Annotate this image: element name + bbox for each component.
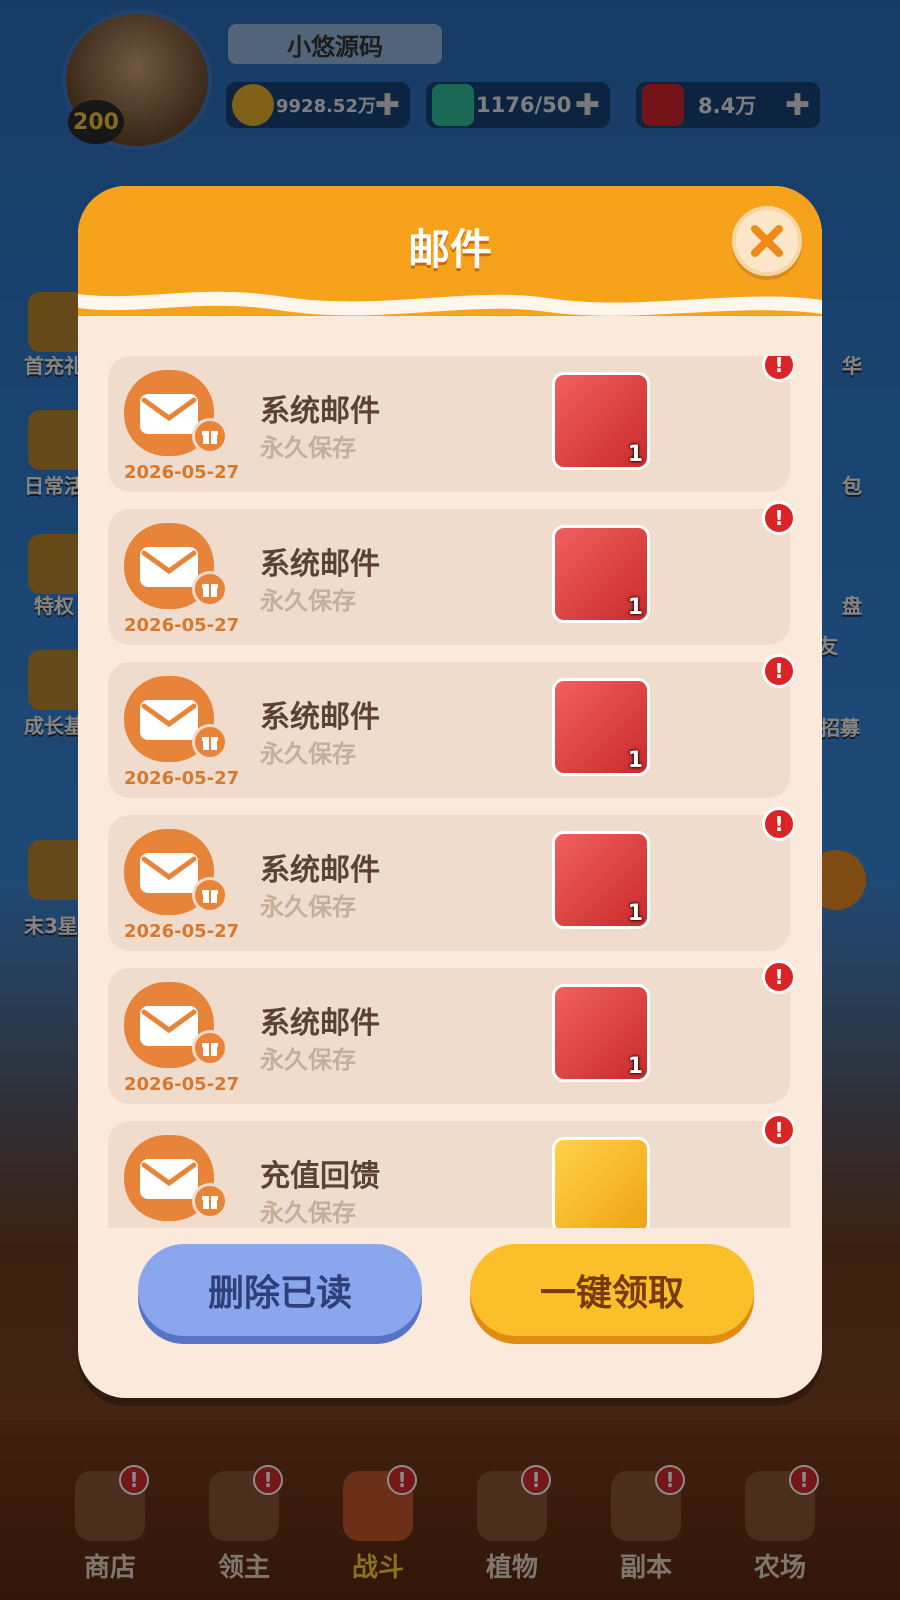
red-armor-icon[interactable]: 1 [552,372,650,470]
gift-icon [192,1030,228,1066]
header-wave [78,278,822,316]
mail-item[interactable]: 充值回馈 永久保存 ! [108,1113,794,1228]
mail-subtitle: 永久保存 [260,893,356,921]
mail-title: 系统邮件 [260,394,380,429]
mail-date: 2026-05-27 [124,768,240,789]
mail-modal: 邮件 2026-05-27 系统邮件 永久保存 1 ! 2026-05-27 系… [78,186,822,1398]
red-chestplate-icon[interactable]: 1 [552,831,650,929]
alert-icon: ! [762,1113,794,1147]
red-boots-icon[interactable]: 1 [552,678,650,776]
mail-title: 系统邮件 [260,853,380,888]
mail-title: 系统邮件 [260,547,380,582]
modal-title: 邮件 [407,225,492,274]
mail-item[interactable]: 2026-05-27 系统邮件 永久保存 1 ! [108,501,794,645]
mail-item[interactable]: 2026-05-27 系统邮件 永久保存 1 ! [108,356,794,492]
close-icon [751,225,783,257]
delete-read-button[interactable]: 删除已读 [138,1244,422,1336]
mail-item[interactable]: 2026-05-27 系统邮件 永久保存 1 ! [108,654,794,798]
gift-icon [192,724,228,760]
gift-icon [192,877,228,913]
reward-qty: 1 [627,595,643,620]
mail-item[interactable]: 2026-05-27 系统邮件 永久保存 1 ! [108,807,794,951]
mail-subtitle: 永久保存 [260,1046,356,1074]
alert-icon: ! [762,960,794,994]
red-sword-icon[interactable]: 1 [552,525,650,623]
mail-subtitle: 永久保存 [260,587,356,615]
mail-subtitle: 永久保存 [260,740,356,768]
mail-date: 2026-05-27 [124,615,240,636]
mail-date: 2026-05-27 [124,1074,240,1095]
red-gem-icon[interactable] [552,1137,650,1228]
mail-title: 系统邮件 [260,700,380,735]
mail-date: 2026-05-27 [124,921,240,942]
reward-qty: 1 [627,901,643,926]
mail-title: 充值回馈 [260,1159,380,1194]
mail-subtitle: 永久保存 [260,434,356,462]
mail-item[interactable]: 2026-05-27 系统邮件 永久保存 1 ! [108,960,794,1104]
gift-icon [192,1183,228,1219]
mail-subtitle: 永久保存 [260,1199,356,1227]
gift-icon [192,418,228,454]
close-button[interactable] [732,206,802,276]
claim-all-button[interactable]: 一键领取 [470,1244,754,1336]
gift-icon [192,571,228,607]
reward-qty: 1 [627,1054,643,1079]
alert-icon: ! [762,654,794,688]
mail-title: 系统邮件 [260,1006,380,1041]
reward-qty: 1 [627,442,643,467]
mail-date: 2026-05-27 [124,462,240,483]
alert-icon: ! [762,356,794,382]
red-helmet-icon[interactable]: 1 [552,984,650,1082]
alert-icon: ! [762,501,794,535]
alert-icon: ! [762,807,794,841]
reward-qty: 1 [627,748,643,773]
mail-list[interactable]: 2026-05-27 系统邮件 永久保存 1 ! 2026-05-27 系统邮件… [108,356,794,1228]
